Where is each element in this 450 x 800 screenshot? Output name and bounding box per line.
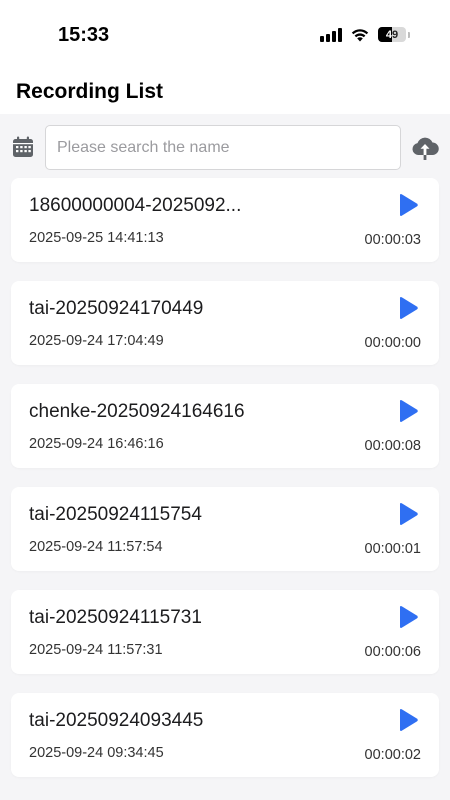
recording-name: chenke-20250924164616 xyxy=(29,401,245,422)
recording-card[interactable]: tai-20250924115754 2025-09-24 11:57:54 0… xyxy=(11,487,439,571)
recording-duration: 00:00:01 xyxy=(364,541,421,557)
play-icon[interactable] xyxy=(397,399,419,423)
wifi-icon xyxy=(351,29,369,42)
recording-date: 2025-09-24 11:57:54 xyxy=(29,539,163,555)
play-icon[interactable] xyxy=(397,296,419,320)
play-icon[interactable] xyxy=(397,605,419,629)
recording-card[interactable]: tai-20250924170449 2025-09-24 17:04:49 0… xyxy=(11,281,439,365)
status-time: 15:33 xyxy=(58,24,110,46)
play-icon[interactable] xyxy=(397,193,419,217)
recording-duration: 00:00:02 xyxy=(364,747,421,763)
recording-duration: 00:00:03 xyxy=(364,232,421,248)
battery-icon: 49 xyxy=(378,27,406,42)
search-bar xyxy=(0,114,450,178)
cloud-upload-icon[interactable] xyxy=(411,136,439,160)
recording-date: 2025-09-24 17:04:49 xyxy=(29,333,164,349)
recording-date: 2025-09-24 16:46:16 xyxy=(29,436,164,452)
recording-duration: 00:00:08 xyxy=(364,438,421,454)
recording-list: 18600000004-2025092... 2025-09-25 14:41:… xyxy=(0,178,450,777)
recording-date: 2025-09-24 09:34:45 xyxy=(29,745,164,761)
calendar-icon[interactable] xyxy=(12,136,34,158)
recording-name: tai-20250924115731 xyxy=(29,607,202,628)
cellular-signal-icon xyxy=(320,27,342,42)
status-icons: 49 xyxy=(320,27,410,42)
recording-name: tai-20250924115754 xyxy=(29,504,202,525)
recording-name: 18600000004-2025092... xyxy=(29,195,242,216)
search-input[interactable] xyxy=(45,125,401,170)
page-title: Recording List xyxy=(16,80,164,103)
recording-name: tai-20250924093445 xyxy=(29,710,204,731)
status-bar: 15:33 49 xyxy=(0,0,450,72)
recording-duration: 00:00:00 xyxy=(364,335,421,351)
recording-date: 2025-09-25 14:41:13 xyxy=(29,230,164,246)
recording-date: 2025-09-24 11:57:31 xyxy=(29,642,163,658)
recording-card[interactable]: tai-20250924093445 2025-09-24 09:34:45 0… xyxy=(11,693,439,777)
battery-tip xyxy=(408,31,410,38)
header: Recording List xyxy=(0,72,450,114)
recording-card[interactable]: chenke-20250924164616 2025-09-24 16:46:1… xyxy=(11,384,439,468)
recording-card[interactable]: tai-20250924115731 2025-09-24 11:57:31 0… xyxy=(11,590,439,674)
battery-level: 49 xyxy=(385,28,399,41)
play-icon[interactable] xyxy=(397,708,419,732)
recording-name: tai-20250924170449 xyxy=(29,298,204,319)
play-icon[interactable] xyxy=(397,502,419,526)
recording-card[interactable]: 18600000004-2025092... 2025-09-25 14:41:… xyxy=(11,178,439,262)
recording-duration: 00:00:06 xyxy=(364,644,421,660)
